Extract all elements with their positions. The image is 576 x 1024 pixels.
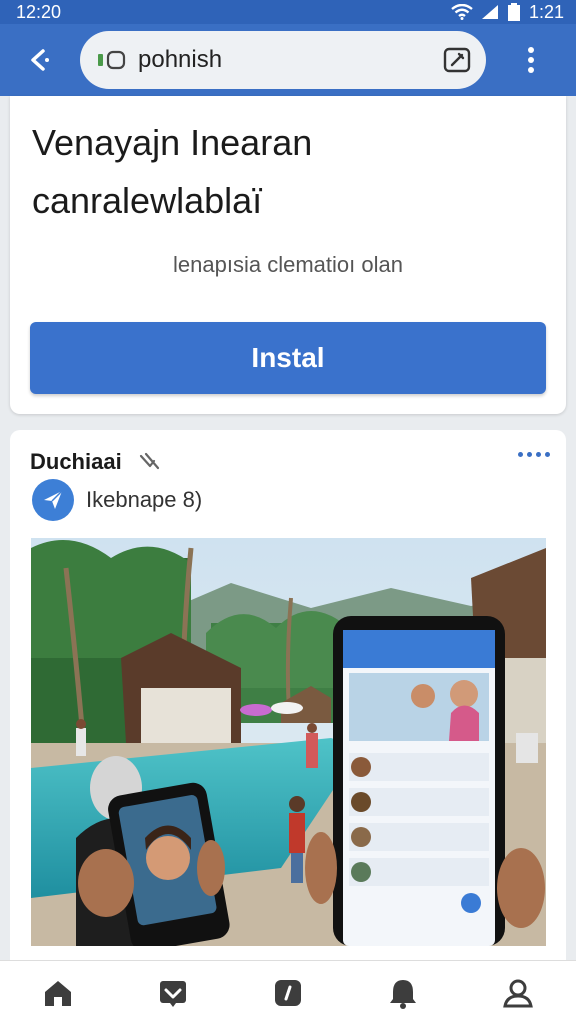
- edit-icon: [443, 47, 471, 73]
- share-button[interactable]: [138, 452, 160, 472]
- install-title: Venayajn Inearan canralewlablaï: [32, 114, 312, 230]
- post-meta-text: Ikebnape 8): [86, 487, 203, 512]
- dot-icon: [527, 452, 532, 457]
- nav-profile[interactable]: [490, 965, 546, 1021]
- status-icons: 1:21: [451, 2, 564, 23]
- dot-icon: [545, 452, 550, 457]
- install-button[interactable]: Instal: [30, 322, 546, 394]
- notifications-icon: [390, 979, 417, 1009]
- inbox-icon: [159, 980, 186, 1007]
- nav-home[interactable]: [30, 965, 86, 1021]
- profile-icon: [503, 979, 534, 1007]
- dot-icon: [518, 452, 523, 457]
- post-author[interactable]: Duchiaai: [30, 449, 122, 475]
- site-info[interactable]: [96, 48, 130, 72]
- battery-icon: [507, 3, 520, 21]
- status-time-right: 1:21: [528, 1, 564, 22]
- tab-switcher-button[interactable]: [440, 43, 474, 77]
- overflow-menu-button[interactable]: [486, 24, 576, 96]
- back-icon: [31, 49, 49, 71]
- site-info-icon: [98, 50, 126, 70]
- post-header: Duchiaai: [30, 446, 550, 478]
- signal-icon: [481, 5, 498, 19]
- browser-toolbar: pohnish: [0, 24, 576, 96]
- home-icon: [44, 980, 71, 1006]
- status-time-left: 12:20: [16, 1, 62, 22]
- install-subtitle: lenapısia clematioı olan: [173, 252, 403, 277]
- nav-notifications[interactable]: [375, 965, 431, 1021]
- share-icon: [139, 452, 159, 470]
- nav-explore[interactable]: [260, 965, 316, 1021]
- install-title-line2: canralewlablaï: [32, 180, 263, 221]
- post-meta: Ikebnape 8): [32, 478, 202, 522]
- post-more-button[interactable]: [518, 452, 550, 457]
- nav-inbox[interactable]: [145, 965, 201, 1021]
- post-card: Duchiaai Ikebnape 8): [10, 430, 566, 960]
- post-photo: [31, 538, 546, 946]
- status-bar: 12:20 1:21: [0, 0, 576, 24]
- explore-icon: [274, 979, 301, 1006]
- dot-icon: [536, 452, 541, 457]
- more-vert-icon: [528, 47, 534, 73]
- post-image[interactable]: [31, 538, 546, 946]
- bottom-navigation: [0, 960, 576, 1024]
- address-bar[interactable]: pohnish: [80, 31, 486, 89]
- wifi-icon: [451, 4, 473, 20]
- back-button[interactable]: [0, 24, 80, 96]
- send-icon: [44, 490, 63, 509]
- avatar[interactable]: [32, 479, 74, 521]
- install-banner: Venayajn Inearan canralewlablaï lenapısi…: [10, 96, 566, 414]
- install-title-line1: Venayajn Inearan: [32, 122, 313, 163]
- url-text[interactable]: pohnish: [138, 46, 440, 74]
